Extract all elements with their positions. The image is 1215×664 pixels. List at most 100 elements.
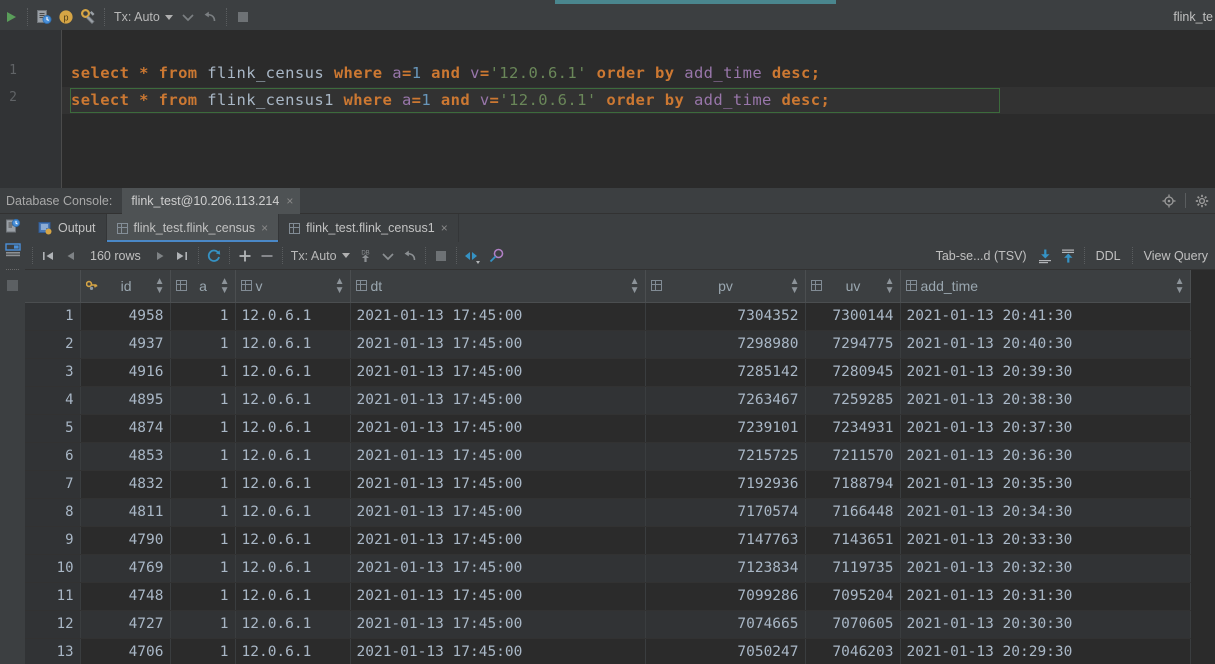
col-header-dt[interactable]: dt ▲▼ (350, 270, 645, 302)
col-header-v[interactable]: v ▲▼ (235, 270, 350, 302)
cell-uv[interactable]: 7280945 (805, 358, 900, 386)
col-header-add-time[interactable]: add_time ▲▼ (900, 270, 1190, 302)
table-row[interactable]: 64853112.0.6.12021-01-13 17:45:007215725… (25, 442, 1190, 470)
cell-a[interactable]: 1 (170, 386, 235, 414)
cell-a[interactable]: 1 (170, 414, 235, 442)
close-icon[interactable]: × (261, 222, 268, 234)
run-icon[interactable] (0, 6, 22, 28)
table-row[interactable]: 114748112.0.6.12021-01-13 17:45:00709928… (25, 582, 1190, 610)
table-row[interactable]: 24937112.0.6.12021-01-13 17:45:007298980… (25, 330, 1190, 358)
cell-id[interactable]: 4832 (80, 470, 170, 498)
cell-pv[interactable]: 7050247 (645, 638, 805, 664)
stop-icon[interactable] (232, 6, 254, 28)
col-header-pv[interactable]: pv ▲▼ (645, 270, 805, 302)
cell-dt[interactable]: 2021-01-13 17:45:00 (350, 610, 645, 638)
cell-pv[interactable]: 7215725 (645, 442, 805, 470)
drag-handle[interactable] (6, 269, 19, 270)
cell-a[interactable]: 1 (170, 526, 235, 554)
transpose-icon[interactable] (461, 244, 485, 268)
cell-id[interactable]: 4895 (80, 386, 170, 414)
cell-v[interactable]: 12.0.6.1 (235, 386, 350, 414)
cell-a[interactable]: 1 (170, 554, 235, 582)
cell-v[interactable]: 12.0.6.1 (235, 358, 350, 386)
cell-add-time[interactable]: 2021-01-13 20:32:30 (900, 554, 1190, 582)
ddl-button[interactable]: DDL (1089, 249, 1128, 263)
add-row-icon[interactable] (234, 244, 256, 268)
cell-uv[interactable]: 7119735 (805, 554, 900, 582)
editor-code-area[interactable]: select * from flink_census where a=1 and… (62, 30, 1215, 188)
cell-id[interactable]: 4748 (80, 582, 170, 610)
last-page-icon[interactable] (172, 244, 194, 268)
sql-editor[interactable]: 1 2 select * from flink_census where a=1… (0, 30, 1215, 188)
sort-indicator-icon[interactable]: ▲▼ (155, 277, 165, 295)
cell-a[interactable]: 1 (170, 498, 235, 526)
stop-icon[interactable] (430, 244, 452, 268)
cell-add-time[interactable]: 2021-01-13 20:29:30 (900, 638, 1190, 664)
cell-pv[interactable]: 7170574 (645, 498, 805, 526)
first-page-icon[interactable] (37, 244, 59, 268)
sort-indicator-icon[interactable]: ▲▼ (220, 277, 230, 295)
cell-pv[interactable]: 7123834 (645, 554, 805, 582)
cell-add-time[interactable]: 2021-01-13 20:37:30 (900, 414, 1190, 442)
cell-uv[interactable]: 7046203 (805, 638, 900, 664)
cell-v[interactable]: 12.0.6.1 (235, 442, 350, 470)
cell-a[interactable]: 1 (170, 638, 235, 664)
cell-dt[interactable]: 2021-01-13 17:45:00 (350, 582, 645, 610)
console-connection-tab[interactable]: flink_test@10.206.113.214 × (122, 188, 300, 214)
export-format-label[interactable]: Tab-se...d (TSV) (929, 249, 1034, 263)
tab-flink-census1[interactable]: flink_test.flink_census1 × (279, 214, 459, 242)
cell-v[interactable]: 12.0.6.1 (235, 330, 350, 358)
cell-dt[interactable]: 2021-01-13 17:45:00 (350, 302, 645, 330)
pin-icon[interactable] (485, 244, 508, 268)
sort-indicator-icon[interactable]: ▲▼ (885, 277, 895, 295)
cell-pv[interactable]: 7298980 (645, 330, 805, 358)
cell-id[interactable]: 4769 (80, 554, 170, 582)
table-row[interactable]: 74832112.0.6.12021-01-13 17:45:007192936… (25, 470, 1190, 498)
cell-uv[interactable]: 7300144 (805, 302, 900, 330)
cell-add-time[interactable]: 2021-01-13 20:31:30 (900, 582, 1190, 610)
cell-id[interactable]: 4790 (80, 526, 170, 554)
cell-dt[interactable]: 2021-01-13 17:45:00 (350, 526, 645, 554)
cell-add-time[interactable]: 2021-01-13 20:40:30 (900, 330, 1190, 358)
commit-icon[interactable] (177, 6, 199, 28)
col-header-id[interactable]: id ▲▼ (80, 270, 170, 302)
cell-pv[interactable]: 7074665 (645, 610, 805, 638)
prev-page-icon[interactable] (59, 244, 81, 268)
cell-uv[interactable]: 7166448 (805, 498, 900, 526)
table-row[interactable]: 94790112.0.6.12021-01-13 17:45:007147763… (25, 526, 1190, 554)
cell-uv[interactable]: 7294775 (805, 330, 900, 358)
cell-a[interactable]: 1 (170, 330, 235, 358)
db-upload-icon[interactable]: DB (354, 244, 377, 268)
cell-add-time[interactable]: 2021-01-13 20:35:30 (900, 470, 1190, 498)
cell-id[interactable]: 4916 (80, 358, 170, 386)
db-table-icon[interactable] (5, 243, 21, 257)
cell-pv[interactable]: 7147763 (645, 526, 805, 554)
stop-icon[interactable] (6, 279, 19, 292)
cell-dt[interactable]: 2021-01-13 17:45:00 (350, 414, 645, 442)
cell-uv[interactable]: 7143651 (805, 526, 900, 554)
tab-flink-census[interactable]: flink_test.flink_census × (107, 214, 280, 242)
cell-id[interactable]: 4727 (80, 610, 170, 638)
view-query-button[interactable]: View Query (1137, 249, 1215, 263)
cell-a[interactable]: 1 (170, 442, 235, 470)
rollback-icon[interactable] (399, 244, 421, 268)
sort-indicator-icon[interactable]: ▲▼ (335, 277, 345, 295)
export-download-icon[interactable] (1034, 244, 1057, 268)
cell-dt[interactable]: 2021-01-13 17:45:00 (350, 442, 645, 470)
cell-v[interactable]: 12.0.6.1 (235, 470, 350, 498)
cell-pv[interactable]: 7099286 (645, 582, 805, 610)
results-grid[interactable]: id ▲▼ a ▲▼ v (25, 270, 1215, 664)
cell-uv[interactable]: 7234931 (805, 414, 900, 442)
tx-mode-dropdown[interactable]: Tx: Auto (110, 10, 177, 24)
table-row[interactable]: 134706112.0.6.12021-01-13 17:45:00705024… (25, 638, 1190, 664)
cell-dt[interactable]: 2021-01-13 17:45:00 (350, 638, 645, 664)
locate-icon[interactable] (1162, 194, 1176, 208)
cell-add-time[interactable]: 2021-01-13 20:38:30 (900, 386, 1190, 414)
cell-add-time[interactable]: 2021-01-13 20:34:30 (900, 498, 1190, 526)
cell-uv[interactable]: 7211570 (805, 442, 900, 470)
remove-row-icon[interactable] (256, 244, 278, 268)
cell-uv[interactable]: 7070605 (805, 610, 900, 638)
table-row[interactable]: 104769112.0.6.12021-01-13 17:45:00712383… (25, 554, 1190, 582)
cell-v[interactable]: 12.0.6.1 (235, 610, 350, 638)
tab-output[interactable]: Output (28, 214, 107, 242)
